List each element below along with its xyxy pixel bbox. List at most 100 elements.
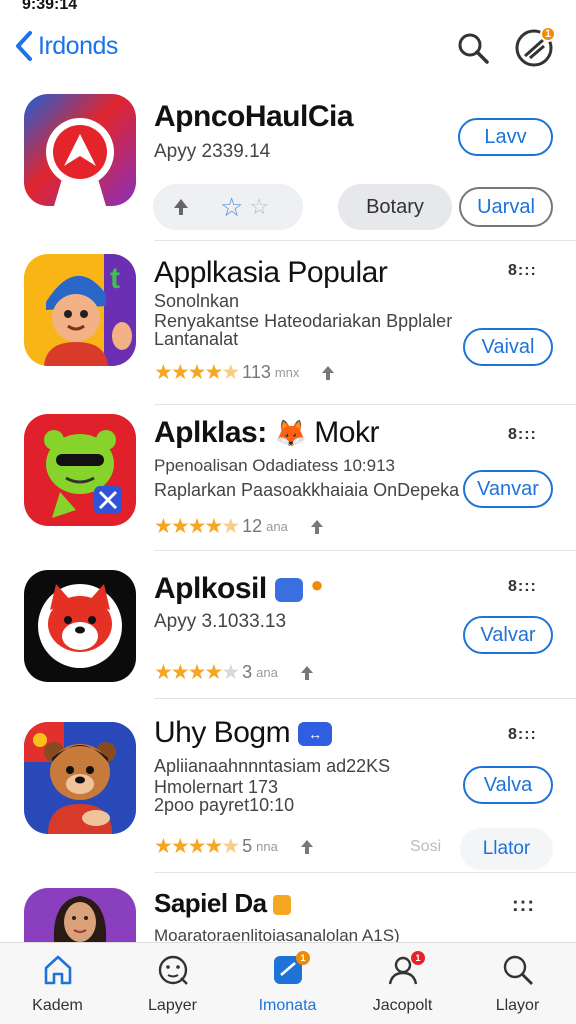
app-row[interactable]: Aplklas: 🦊 Mokr Ppenoalisan Odadiatess 1…: [0, 414, 576, 550]
upvote-icon: [174, 199, 188, 215]
back-label: Irdonds: [38, 31, 118, 60]
back-button[interactable]: Irdonds: [12, 28, 118, 64]
app-subtitle: Apyy 3.1033.13: [154, 611, 287, 632]
star-rating: ★★★★ ★ 12 ana: [154, 514, 324, 539]
star-icon-half: ★: [221, 835, 240, 858]
search-icon: [458, 33, 489, 64]
app-row[interactable]: Aplkosil ● Apyy 3.1033.13 ★★★★ ★ 3 ana 8:…: [0, 570, 576, 698]
app-row[interactable]: ApncoHaulCia Apyy 2339.14 Lavv ☆ ☆ Botar…: [0, 94, 576, 240]
more-options-icon[interactable]: 8:::: [508, 726, 537, 744]
app-desc-line: Raplarkan Paasoakkhaiaia OnDepeka: [154, 480, 460, 500]
get-button[interactable]: Vaival: [463, 328, 553, 366]
upvote-icon: [310, 519, 323, 534]
app-title-text: Uhy Bogm: [154, 716, 291, 749]
rating-count: 5: [242, 836, 253, 856]
more-options-icon[interactable]: 8:::: [508, 426, 537, 444]
divider: [154, 872, 576, 873]
updates-button[interactable]: 1: [514, 26, 556, 68]
home-icon: [44, 955, 71, 985]
primary-action-button[interactable]: Uarval: [459, 187, 553, 227]
more-options-icon[interactable]: 8:::: [508, 578, 537, 596]
search-icon: [503, 955, 533, 985]
rating-unit: ana: [256, 665, 278, 680]
get-button[interactable]: Vanvar: [463, 470, 553, 508]
woman-portrait-icon: [24, 888, 136, 942]
tab-imonata[interactable]: 1 Imonata: [230, 951, 345, 1024]
tool-badge-icon: [274, 578, 303, 603]
secondary-button[interactable]: Botary: [338, 184, 452, 230]
divider: [154, 240, 576, 241]
tertiary-button[interactable]: Llator: [460, 828, 553, 870]
app-row[interactable]: t Applkasia Popular Sonolnkan Renyakants…: [0, 254, 576, 404]
tab-bar: Kadem Lapyer 1 Imonata 1 Jacopolt Llayor: [0, 942, 576, 1024]
star-icons-filled: ★★★★: [154, 661, 223, 684]
star-outline-icon: ☆: [220, 191, 244, 222]
app-desc-line: Lantanalat: [154, 329, 239, 349]
rating-pill[interactable]: ☆ ☆: [153, 184, 303, 230]
tab-badge: 1: [296, 951, 310, 965]
get-button[interactable]: Lavv: [458, 118, 553, 156]
get-button[interactable]: Valva: [463, 766, 553, 804]
location-pin-icon: ●: [310, 572, 324, 597]
star-rating: ★★★★ ★ 3 ana: [154, 660, 314, 685]
navigation-bar: Irdonds 1: [0, 22, 576, 72]
app-title: Aplkosil ●: [154, 572, 324, 606]
star-rating: ★★★★ ★ 113 mnx: [154, 360, 335, 385]
more-options-icon[interactable]: :::: [512, 894, 535, 917]
app-desc-line: Hmolernart 173: [154, 777, 279, 797]
tab-label: Kadem: [32, 997, 83, 1014]
upvote-icon: [322, 365, 335, 380]
arrows-badge-icon: ↔: [297, 722, 332, 747]
rating-count: 3: [242, 662, 253, 682]
app-title-text: Aplkosil: [154, 572, 267, 605]
tab-home[interactable]: Kadem: [0, 953, 115, 1024]
tab-label: Imonata: [258, 997, 317, 1014]
divider: [154, 698, 576, 699]
svg-text:t: t: [110, 262, 120, 295]
search-button[interactable]: [455, 30, 491, 66]
app-title-suffix: Mokr: [314, 416, 379, 449]
app-desc-line: Apliianaahnnntasiam ad22KS: [154, 756, 391, 776]
fox-emoji-icon: 🦊: [274, 418, 307, 448]
rating-unit: ana: [266, 519, 288, 534]
app-desc-line: 2poo payret10:10: [154, 795, 295, 815]
app-row[interactable]: Uhy Bogm ↔ Apliianaahnnntasiam ad22KS Hm…: [0, 716, 576, 872]
app-desc-line: Ppenoalisan Odadiatess 10:913: [154, 456, 396, 475]
star-rating: ★★★★ ★ 5 nna: [154, 834, 314, 859]
more-options-icon[interactable]: 8:::: [508, 262, 537, 280]
app-row[interactable]: Sapiel Da Moaratoraenlitoiasanalolan A1S…: [0, 888, 576, 945]
app-title-text: Sapiel Da: [154, 888, 267, 918]
tab-lapyer[interactable]: Lapyer: [115, 953, 230, 1024]
app-title: Uhy Bogm ↔: [154, 716, 332, 750]
star-icon-half: ★: [221, 361, 240, 384]
rating-count: 12: [242, 516, 263, 536]
cartoon-boy-icon: t: [24, 254, 136, 366]
star-icon-half: ★: [221, 515, 240, 538]
red-arrow-logo-icon: [24, 94, 136, 206]
rating-unit: nna: [256, 839, 278, 854]
star-outline-icon: ☆: [249, 194, 270, 219]
badge-icon: [273, 895, 292, 916]
divider: [154, 404, 576, 405]
tab-label: Lapyer: [148, 997, 197, 1014]
tab-llayor[interactable]: Llayor: [460, 953, 575, 1024]
upvote-icon: [300, 839, 313, 854]
chevron-left-icon: [16, 31, 32, 61]
get-button[interactable]: Valvar: [463, 616, 553, 654]
app-subtitle: Apyy 2339.14: [154, 141, 271, 162]
tab-label: Jacopolt: [372, 997, 433, 1014]
tab-badge: 1: [411, 951, 425, 965]
secondary-link[interactable]: Sosi: [410, 838, 441, 856]
face-icon: [158, 955, 188, 985]
rating-unit: mnx: [274, 365, 300, 380]
red-fox-icon: [24, 570, 136, 682]
star-icons-filled: ★★★★: [154, 835, 223, 858]
app-title: Aplklas: 🦊 Mokr: [154, 416, 379, 450]
tab-label: Llayor: [495, 997, 540, 1014]
divider: [154, 550, 576, 551]
app-title-text: Aplklas:: [154, 416, 267, 449]
app-title: Applkasia Popular: [154, 256, 388, 289]
star-icons-filled: ★★★★: [154, 515, 223, 538]
tab-jacopolt[interactable]: 1 Jacopolt: [345, 951, 460, 1024]
rating-count: 113: [242, 362, 271, 382]
